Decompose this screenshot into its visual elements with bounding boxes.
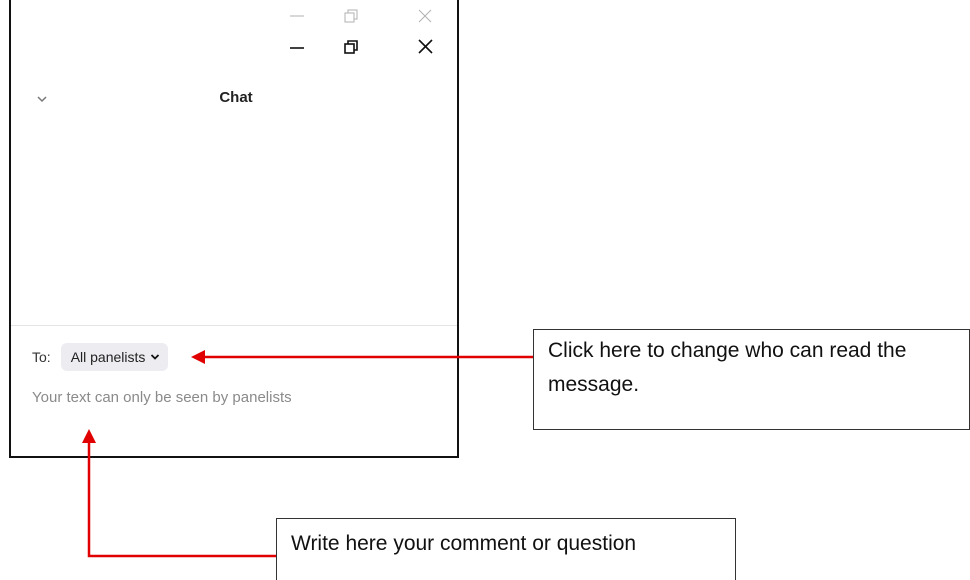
- recipient-callout: Click here to change who can read the me…: [533, 329, 970, 430]
- restore-icon: [344, 40, 358, 54]
- minimize-button[interactable]: [287, 36, 307, 56]
- restore-icon: [341, 6, 361, 26]
- chevron-down-icon: [151, 354, 160, 360]
- to-label: To:: [32, 349, 51, 365]
- close-icon: [418, 39, 433, 54]
- input-arrow-line: [87, 442, 276, 558]
- close-button[interactable]: [415, 36, 435, 56]
- titlebar-ghost: [11, 6, 457, 26]
- recipient-row: To: All panelists: [32, 342, 169, 372]
- minimize-icon: [290, 47, 304, 49]
- divider: [11, 325, 457, 326]
- input-callout: Write here your comment or question: [276, 518, 736, 580]
- recipient-selected-value: All panelists: [70, 349, 146, 365]
- message-input[interactable]: [32, 386, 442, 408]
- restore-button[interactable]: [341, 36, 361, 56]
- chat-title: Chat: [219, 89, 253, 106]
- minimize-icon: [287, 6, 307, 26]
- chat-window: Chat To: All panelists: [9, 0, 459, 458]
- recipient-dropdown[interactable]: All panelists: [60, 343, 169, 371]
- close-icon: [415, 6, 435, 26]
- chat-header: Chat: [11, 88, 457, 112]
- titlebar: [11, 36, 457, 62]
